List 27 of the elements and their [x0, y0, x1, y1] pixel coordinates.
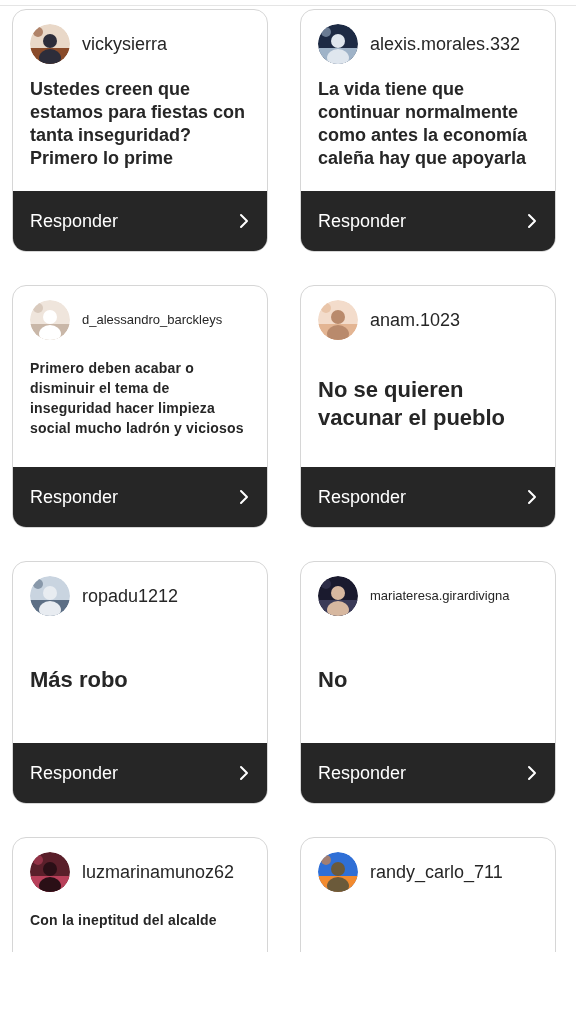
question-text: Con la ineptitud del alcalde — [30, 911, 217, 930]
username: anam.1023 — [370, 308, 461, 332]
reply-button[interactable]: Responder — [301, 743, 555, 803]
question-text: No — [318, 665, 348, 694]
chevron-right-icon — [527, 213, 537, 229]
reply-button[interactable]: Responder — [301, 467, 555, 527]
reply-button[interactable]: Responder — [301, 191, 555, 251]
reply-button[interactable]: Responder — [13, 467, 267, 527]
question-text: Primero deben acabar o disminuir el tema de inseguridad hacer limpieza social mucho ladrón y viciosos — [30, 359, 245, 438]
question-text: Más robo — [30, 665, 128, 694]
username: alexis.morales.332 — [370, 32, 521, 56]
chevron-right-icon — [239, 489, 249, 505]
question-text: No se quieren vacunar el pueblo — [318, 375, 507, 432]
question-text: La vida tiene que continuar normalmente como antes la economía caleña hay que apoyarla — [318, 78, 529, 170]
username: randy_carlo_711 — [370, 860, 503, 885]
reply-button[interactable]: Responder — [13, 743, 267, 803]
chevron-right-icon — [527, 489, 537, 505]
username: d_alessandro_barckleys — [82, 311, 223, 330]
question-text: Ustedes creen que estamos para fiestas con tanta inseguridad? Primero lo prime — [30, 78, 247, 170]
reply-button[interactable]: Responder — [13, 191, 267, 251]
username: ropadu1212 — [82, 584, 179, 608]
username: vickysierra — [82, 32, 167, 56]
username: luzmarinamunoz62 — [82, 860, 235, 884]
chevron-right-icon — [527, 765, 537, 781]
chevron-right-icon — [239, 765, 249, 781]
username: mariateresa.girardivigna — [370, 587, 510, 606]
chevron-right-icon — [239, 213, 249, 229]
